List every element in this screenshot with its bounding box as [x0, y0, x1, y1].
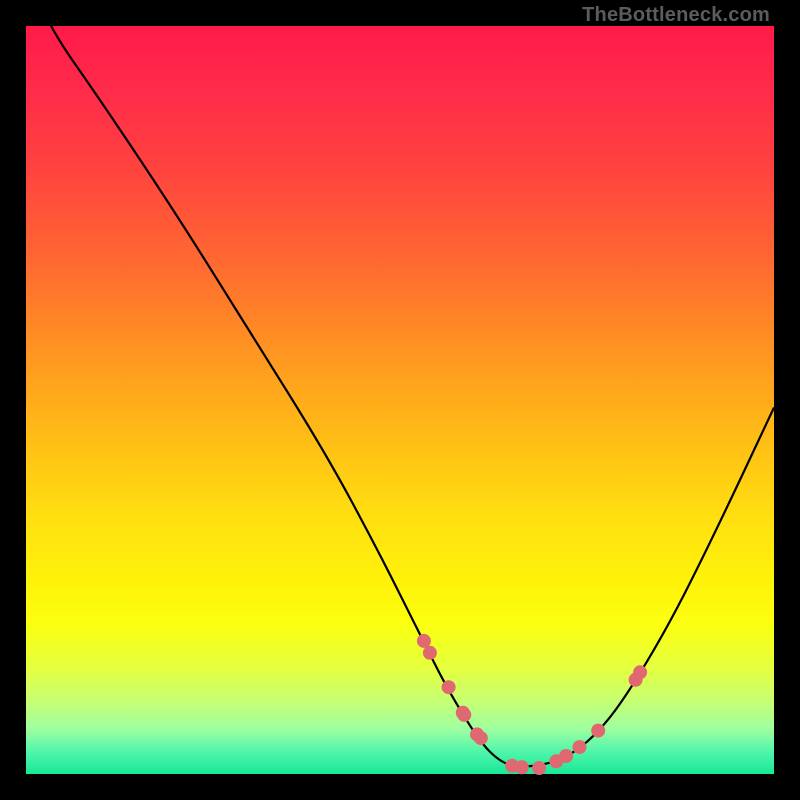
data-point	[474, 731, 488, 745]
data-point	[633, 665, 647, 679]
chart-svg	[26, 26, 774, 774]
data-point	[457, 708, 471, 722]
data-point	[532, 761, 546, 775]
data-point	[417, 634, 431, 648]
data-points-group	[417, 634, 647, 775]
data-point	[423, 646, 437, 660]
data-point	[591, 724, 605, 738]
attribution-text: TheBottleneck.com	[582, 4, 770, 27]
chart-frame: TheBottleneck.com	[0, 0, 800, 800]
data-point	[442, 680, 456, 694]
data-point	[559, 749, 573, 763]
data-point	[573, 740, 587, 754]
data-point	[515, 760, 529, 774]
bottleneck-curve-line	[26, 0, 774, 766]
